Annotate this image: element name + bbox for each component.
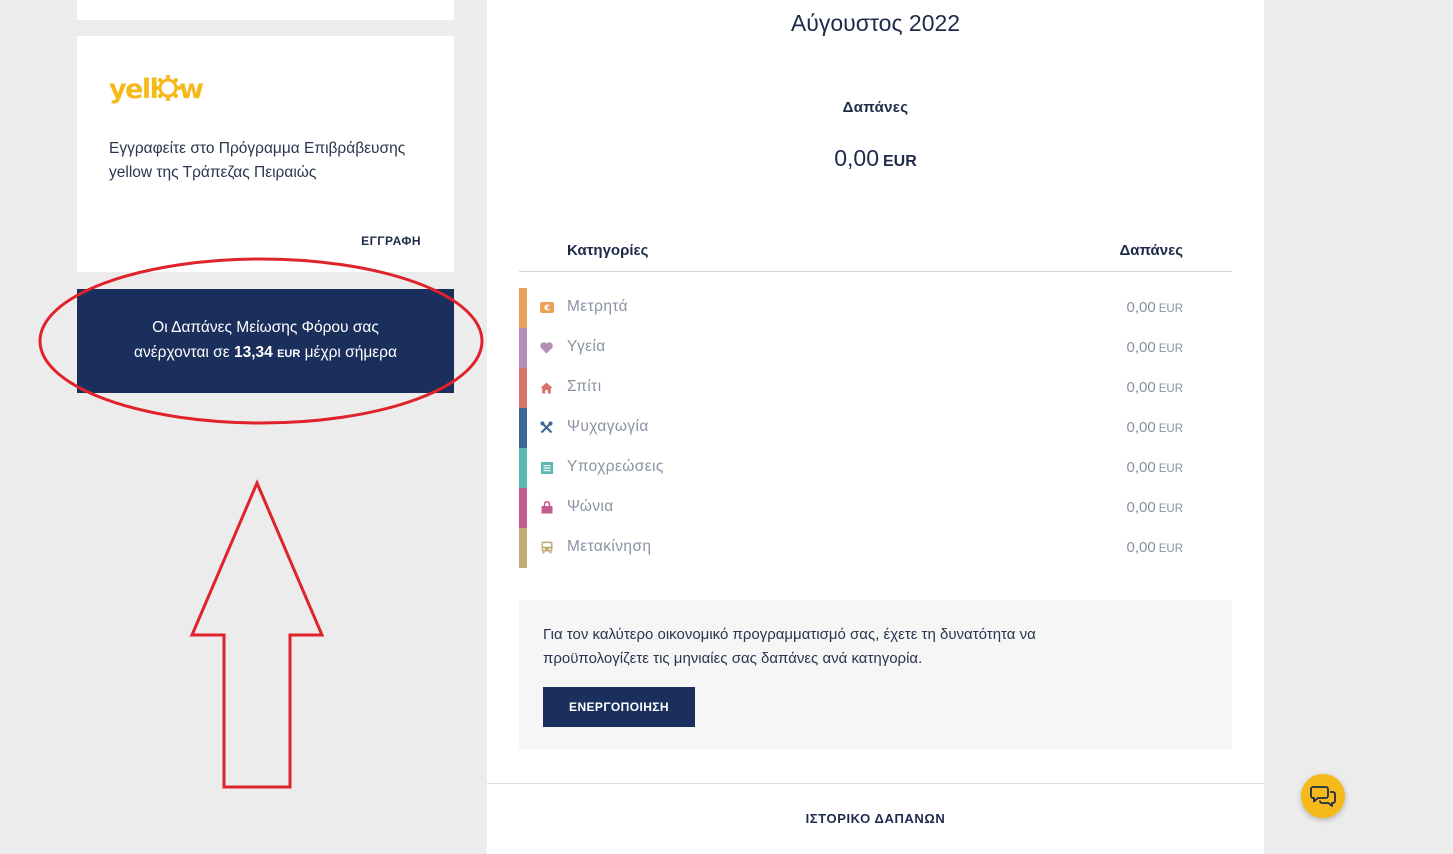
- spending-total-amount: 0,00: [834, 145, 879, 171]
- category-amount-value: 0,00: [1126, 499, 1156, 516]
- category-amount: 0,00 EUR: [1127, 339, 1183, 356]
- home-icon: [539, 380, 554, 395]
- category-amount-currency: EUR: [1158, 343, 1183, 355]
- chat-icon: [1310, 786, 1336, 807]
- month-title: Αύγουστος 2022: [790, 10, 961, 36]
- cash-icon: €: [539, 300, 554, 315]
- category-name: Ψυχαγωγία: [567, 418, 649, 435]
- tax-amount: 13,34: [233, 344, 273, 361]
- category-table-header: Κατηγορίες Δαπάνες: [519, 239, 1232, 272]
- svg-text:€: €: [543, 304, 550, 313]
- tax-reduction-text: Οι Δαπάνες Μείωσης Φόρου σας ανέρχονται …: [134, 315, 397, 367]
- svg-text:w: w: [179, 74, 203, 104]
- yellow-logo-graphic: yell w: [109, 74, 205, 104]
- tax-currency: EUR: [277, 348, 301, 360]
- category-amount: 0,00 EUR: [1127, 539, 1183, 556]
- activate-budget-button[interactable]: ΕΝΕΡΓΟΠΟΙΗΣΗ: [543, 687, 695, 727]
- spending-column-header: Δαπάνες: [1119, 242, 1183, 259]
- category-color-bar: [519, 368, 527, 408]
- category-amount: 0,00 EUR: [1127, 459, 1183, 476]
- category-row-obligations[interactable]: Υποχρεώσεις 0,00 EUR: [519, 448, 1232, 488]
- document-icon: [539, 460, 554, 475]
- spending-history-link[interactable]: ΙΣΤΟΡΙΚΟ ΔΑΠΑΝΩΝ: [487, 811, 1264, 826]
- spending-total-currency: EUR: [882, 153, 917, 170]
- category-amount: 0,00 EUR: [1127, 299, 1183, 316]
- category-amount-currency: EUR: [1158, 543, 1183, 555]
- heart-icon: [539, 340, 554, 355]
- divider: [487, 783, 1264, 784]
- category-amount: 0,00 EUR: [1127, 419, 1183, 436]
- category-amount: 0,00 EUR: [1127, 379, 1183, 396]
- category-row-home[interactable]: Σπίτι 0,00 EUR: [519, 368, 1232, 408]
- category-amount-value: 0,00: [1126, 539, 1156, 556]
- category-amount-currency: EUR: [1158, 463, 1183, 475]
- category-color-bar: [519, 288, 527, 328]
- category-row-entertainment[interactable]: Ψυχαγωγία 0,00 EUR: [519, 408, 1232, 448]
- yellow-signup-link[interactable]: ΕΓΓΡΑΦΗ: [361, 234, 421, 248]
- category-amount-currency: EUR: [1158, 303, 1183, 315]
- category-color-bar: [519, 448, 527, 488]
- category-amount: 0,00 EUR: [1127, 499, 1183, 516]
- bus-icon: [539, 540, 554, 555]
- category-color-bar: [519, 488, 527, 528]
- yellow-logo: yell w: [109, 72, 207, 104]
- category-amount-value: 0,00: [1126, 459, 1156, 476]
- category-row-cash[interactable]: € Μετρητά 0,00 EUR: [519, 288, 1232, 328]
- spending-label: Δαπάνες: [842, 99, 909, 116]
- category-color-bar: [519, 528, 527, 568]
- category-color-bar: [519, 328, 527, 368]
- category-name: Μετακίνηση: [567, 538, 652, 555]
- budget-description: Για τον καλύτερο οικονομικό προγραμματισ…: [543, 626, 1036, 667]
- category-row-transport[interactable]: Μετακίνηση 0,00 EUR: [519, 528, 1232, 568]
- tax-line2-suffix: μέχρι σήμερα: [304, 344, 397, 361]
- category-color-bar: [519, 408, 527, 448]
- spending-panel: Αύγουστος 2022 Δαπάνες 0,00 EUR Κατηγορίε…: [487, 0, 1264, 854]
- tax-line1: Οι Δαπάνες Μείωσης Φόρου σας: [152, 319, 379, 336]
- category-row-health[interactable]: Υγεία 0,00 EUR: [519, 328, 1232, 368]
- cutlery-icon: [539, 420, 554, 435]
- sidebar-card-top: [77, 0, 454, 20]
- category-name: Σπίτι: [567, 378, 602, 395]
- annotation-up-arrow: [189, 479, 325, 789]
- category-amount-currency: EUR: [1158, 383, 1183, 395]
- svg-text:yell: yell: [109, 74, 157, 104]
- category-name: Μετρητά: [567, 298, 629, 315]
- shopping-bag-icon: [539, 500, 554, 515]
- chat-button[interactable]: [1301, 774, 1345, 818]
- category-row-shopping[interactable]: Ψώνια 0,00 EUR: [519, 488, 1232, 528]
- budget-promo-box: Για τον καλύτερο οικονομικό προγραμματισ…: [519, 600, 1232, 750]
- category-amount-value: 0,00: [1126, 379, 1156, 396]
- tax-reduction-box: Οι Δαπάνες Μείωσης Φόρου σας ανέρχονται …: [77, 289, 454, 393]
- category-amount-currency: EUR: [1158, 423, 1183, 435]
- spending-total: 0,00 EUR: [487, 145, 1264, 172]
- tax-line2-prefix: ανέρχονται σε: [134, 344, 230, 361]
- yellow-description: Εγγραφείτε στο Πρόγραμμα Επιβράβευσης ye…: [109, 140, 406, 181]
- category-amount-value: 0,00: [1126, 419, 1156, 436]
- category-amount-currency: EUR: [1158, 503, 1183, 515]
- category-column-header: Κατηγορίες: [567, 242, 649, 259]
- category-name: Ψώνια: [567, 498, 614, 515]
- yellow-promo-card: yell w Εγγραφείτε στο Πρόγραμμα Επιβράβε…: [77, 36, 454, 272]
- category-amount-value: 0,00: [1126, 299, 1156, 316]
- category-amount-value: 0,00: [1126, 339, 1156, 356]
- category-name: Υγεία: [567, 338, 606, 355]
- category-name: Υποχρεώσεις: [567, 458, 664, 475]
- category-list: € Μετρητά 0,00 EUR Υγεία 0,00 EUR Σπίτι 0,…: [519, 288, 1232, 568]
